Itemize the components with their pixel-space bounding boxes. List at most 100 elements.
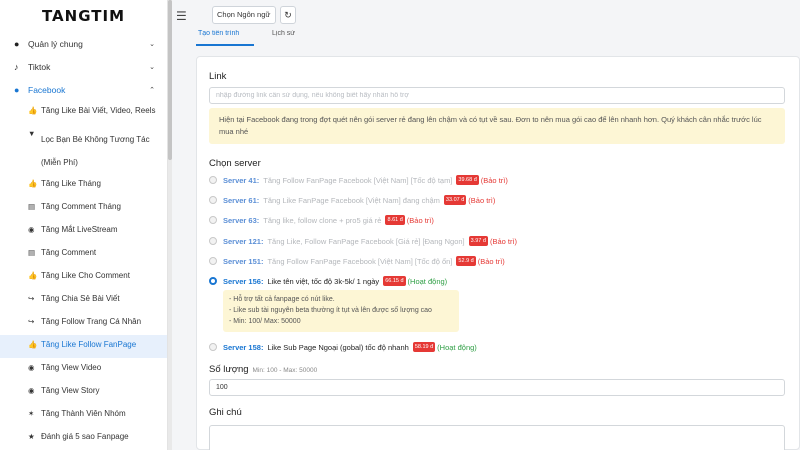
tabs: Tạo tiến trình Lịch sử [196, 30, 800, 46]
dashboard-icon: ● [14, 38, 20, 49]
server-note-line: - Like sub tài nguyên beta thường ít tụt… [229, 307, 432, 314]
server-name: Server 156: [223, 276, 264, 286]
nav-group-facebook[interactable]: ● Facebook ⌃ [0, 78, 167, 101]
filter-icon: ▼ [28, 129, 36, 138]
radio-button[interactable] [209, 216, 217, 224]
server-description: Tăng Like, Follow FanPage Facebook [Giá … [267, 236, 465, 246]
server-description: Tăng Follow FanPage Facebook [Việt Nam] … [267, 256, 453, 266]
nav-group-label: Facebook [28, 84, 66, 95]
sidebar-item-label: Tăng Like Bài Viết, Video, Reels [41, 106, 156, 115]
note-label: Ghi chú [209, 407, 242, 418]
server-note-line: - Min: 100/ Max: 50000 [229, 318, 301, 325]
sidebar-item-fanpage-rating[interactable]: ★ Đánh giá 5 sao Fanpage [0, 427, 167, 450]
price-badge: 3.97 đ [468, 236, 488, 246]
sidebar-item-label: Tăng View Video [41, 363, 102, 372]
sidebar-item-label: Tăng Mắt LiveStream [41, 225, 118, 234]
brand-logo[interactable]: TANGTIM [0, 0, 167, 32]
sidebar-item-label: Tăng Like Tháng [41, 179, 101, 188]
server-name: Server 41: [223, 175, 260, 185]
link-label: Link [209, 71, 227, 82]
server-option-156[interactable]: Server 156: Like tên việt, tốc độ 3k-5k/… [209, 274, 447, 288]
tab-create-order[interactable]: Tạo tiến trình [196, 30, 254, 46]
chevron-down-icon: ⌄ [149, 40, 155, 48]
sidebar-item-label: Tăng Thành Viên Nhóm [41, 409, 126, 418]
sidebar-item-follow-profile[interactable]: ↪ Tăng Follow Trang Cá Nhân [0, 312, 167, 335]
chevron-up-icon: ⌃ [149, 86, 155, 94]
server-description: Like Sub Page Ngoại (gobal) tốc độ nhanh [267, 342, 409, 352]
radio-button[interactable] [209, 196, 217, 204]
price-badge: 8.61 đ [385, 215, 405, 225]
price-badge: 66.15 đ [383, 276, 406, 286]
sidebar-item-label: Tăng View Story [41, 386, 100, 395]
comment-icon: ▤ [28, 248, 36, 257]
radio-button[interactable] [209, 343, 217, 351]
server-name: Server 151: [223, 256, 264, 266]
sidebar-item-share-post[interactable]: ↪ Tăng Chia Sẻ Bài Viết [0, 289, 167, 312]
eye-icon: ◉ [28, 386, 35, 395]
sidebar-item-like-follow-fanpage[interactable]: 👍 Tăng Like Follow FanPage [0, 335, 167, 358]
thumbs-up-icon: 👍 [28, 271, 38, 280]
quantity-input[interactable] [209, 379, 785, 396]
server-name: Server 121: [223, 236, 264, 246]
server-note-box: - Hỗ trợ tất cả fanpage có nút like. - L… [223, 290, 459, 332]
server-status: (Bảo trì) [477, 256, 505, 266]
server-option-158[interactable]: Server 158: Like Sub Page Ngoại (gobal) … [209, 340, 477, 354]
server-description: Like tên việt, tốc độ 3k-5k/ 1 ngày [267, 276, 380, 286]
server-option-63[interactable]: Server 63: Tăng like, follow clone + pro… [209, 213, 434, 227]
radio-button-checked[interactable] [209, 277, 217, 285]
sidebar-item-comment[interactable]: ▤ Tăng Comment [0, 243, 167, 266]
server-option-41[interactable]: Server 41: Tăng Follow FanPage Facebook … [209, 173, 508, 187]
server-status: (Bảo trì) [468, 195, 496, 205]
sidebar-item-filter-friends[interactable]: ▼ Lọc Bạn Bè Không Tương Tác (Miễn Phí) [0, 124, 167, 174]
price-badge: 39.68 đ [456, 175, 479, 185]
nav-group-label: Tiktok [28, 61, 51, 72]
sidebar-item-comment-month[interactable]: ▤ Tăng Comment Tháng [0, 197, 167, 220]
server-label: Chọn server [209, 158, 261, 169]
tiktok-icon: ♪ [14, 61, 19, 72]
sidebar-item-livestream-views[interactable]: ◉ Tăng Mắt LiveStream [0, 220, 167, 243]
note-textarea[interactable] [209, 425, 785, 450]
sidebar-item-label: Tăng Like Cho Comment [41, 271, 130, 280]
eye-icon: ◉ [28, 363, 35, 372]
share-icon: ↪ [28, 317, 35, 326]
top-bar: ☰ Chọn Ngôn ngữ ↻ [172, 0, 800, 30]
nav-group-tiktok[interactable]: ♪ Tiktok ⌄ [0, 55, 167, 78]
star-icon: ★ [28, 432, 35, 441]
server-option-121[interactable]: Server 121: Tăng Like, Follow FanPage Fa… [209, 234, 517, 248]
menu-icon[interactable]: ☰ [176, 9, 187, 23]
server-name: Server 61: [223, 195, 260, 205]
sidebar-item-like-comment[interactable]: 👍 Tăng Like Cho Comment [0, 266, 167, 289]
radio-button[interactable] [209, 257, 217, 265]
sidebar-item-video-views[interactable]: ◉ Tăng View Video [0, 358, 167, 381]
thumbs-up-icon: 👍 [28, 340, 38, 349]
sidebar-item-label: Tăng Comment Tháng [41, 202, 121, 211]
sidebar-item-label: Đánh giá 5 sao Fanpage [41, 432, 129, 441]
server-status: (Hoạt động) [407, 276, 448, 286]
server-status: (Bảo trì) [480, 175, 508, 185]
share-icon: ↪ [28, 294, 35, 303]
server-note-line: - Hỗ trợ tất cả fanpage có nút like. [229, 296, 335, 303]
thumbs-up-icon: 👍 [28, 106, 38, 115]
nav-group-general[interactable]: ● Quản lý chung ⌄ [0, 32, 167, 55]
sidebar-item-like-post[interactable]: 👍 Tăng Like Bài Viết, Video, Reels [0, 101, 167, 124]
tab-history[interactable]: Lịch sử [272, 30, 322, 46]
refresh-button[interactable]: ↻ [280, 6, 296, 24]
sidebar-item-label: Tăng Comment [41, 248, 97, 257]
server-description: Tăng like, follow clone + pro5 giá rẻ [263, 215, 382, 225]
radio-button[interactable] [209, 237, 217, 245]
server-option-61[interactable]: Server 61: Tăng Like FanPage Facebook [V… [209, 193, 495, 207]
server-description: Tăng Like FanPage Facebook [Việt Nam] đa… [263, 195, 440, 205]
sidebar-item-story-views[interactable]: ◉ Tăng View Story [0, 381, 167, 404]
sidebar-item-like-month[interactable]: 👍 Tăng Like Tháng [0, 174, 167, 197]
link-input[interactable] [209, 87, 785, 104]
facebook-icon: ● [14, 84, 20, 95]
radio-button[interactable] [209, 176, 217, 184]
server-description: Tăng Follow FanPage Facebook [Việt Nam] … [263, 175, 453, 185]
eye-icon: ◉ [28, 225, 35, 234]
sidebar-item-label: Tăng Like Follow FanPage [41, 340, 137, 349]
server-status: (Bảo trì) [489, 236, 518, 246]
server-option-151[interactable]: Server 151: Tăng Follow FanPage Facebook… [209, 254, 505, 268]
sidebar-item-group-members[interactable]: ✶ Tăng Thành Viên Nhóm [0, 404, 167, 427]
language-select[interactable]: Chọn Ngôn ngữ [212, 6, 276, 24]
users-icon: ✶ [28, 409, 35, 418]
